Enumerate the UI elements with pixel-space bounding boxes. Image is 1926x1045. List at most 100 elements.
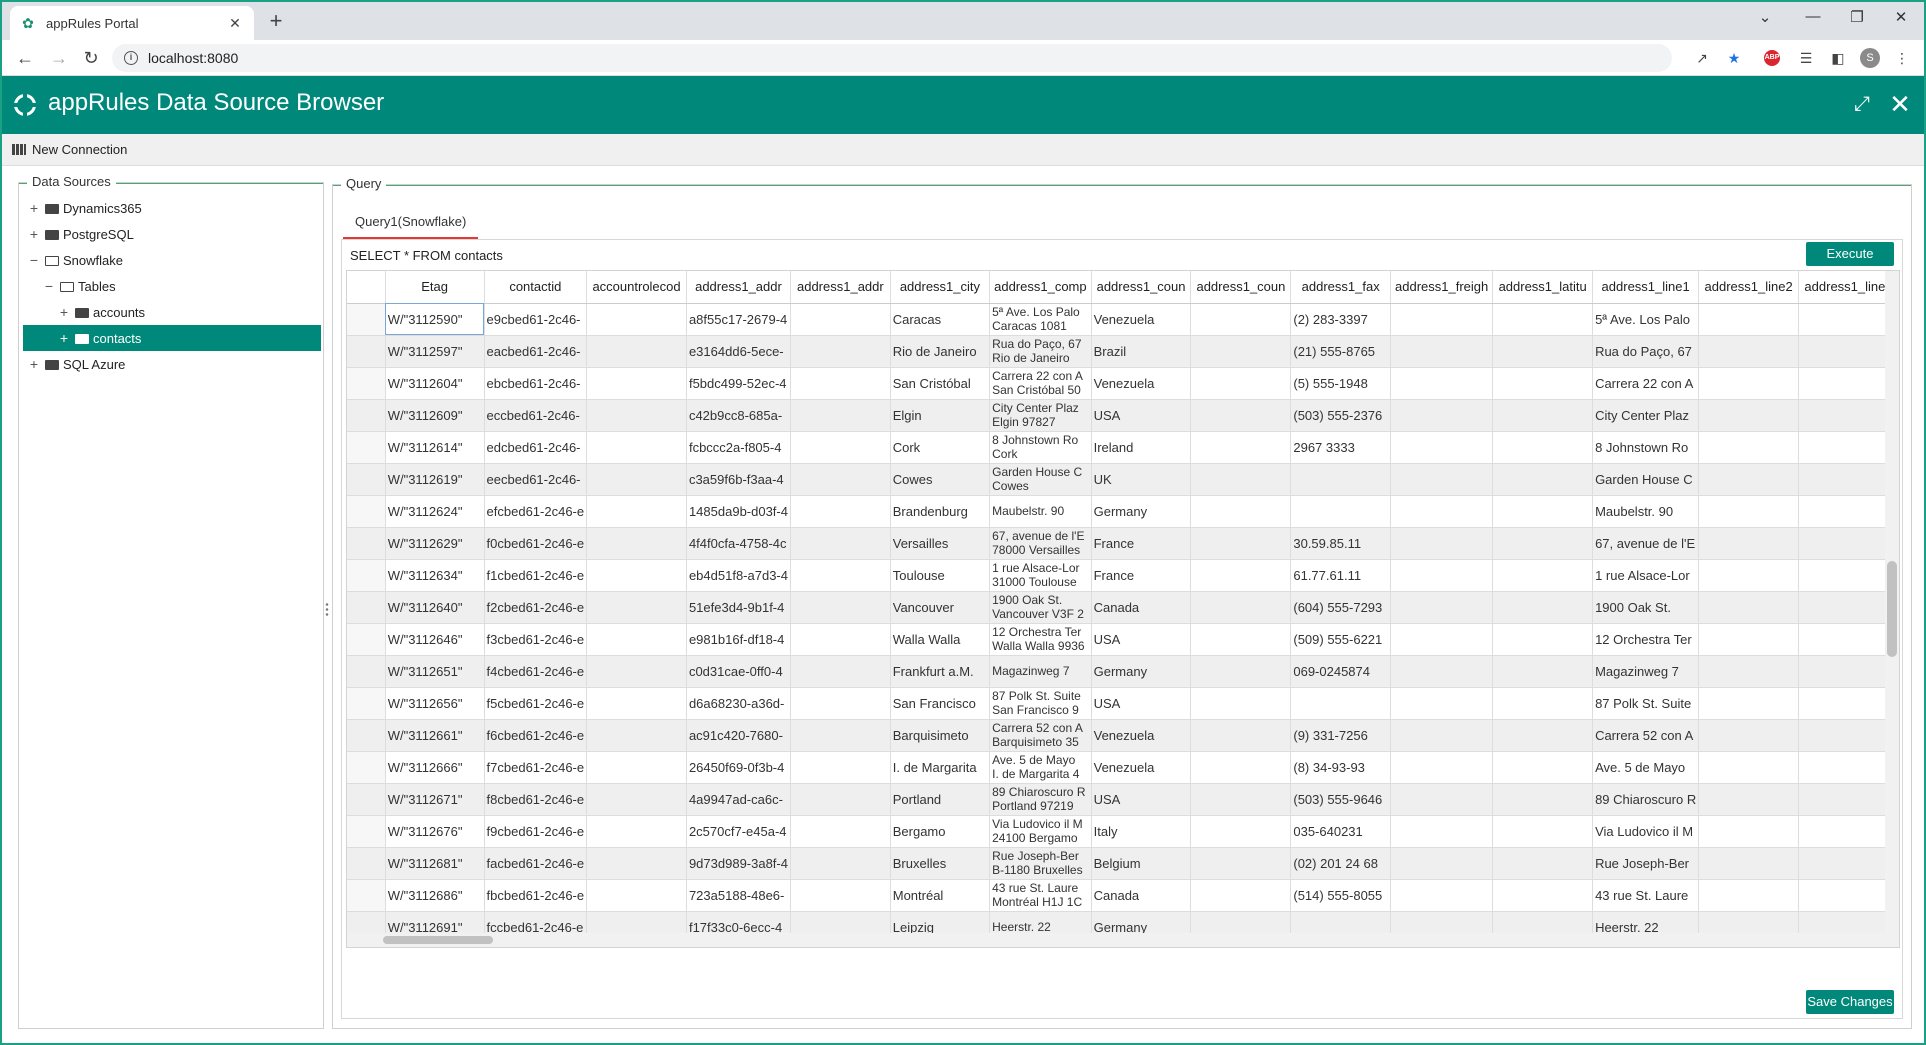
cell-empty[interactable] (586, 847, 687, 880)
cell-empty[interactable] (586, 335, 687, 368)
cell-line1[interactable]: Ave. 5 de Mayo (1592, 751, 1700, 784)
bookmark-star-icon[interactable]: ★ (1724, 48, 1744, 68)
cell-empty[interactable] (1798, 815, 1899, 848)
column-header[interactable]: address1_addr (686, 271, 791, 304)
tree-item-sql-azure[interactable]: + SQL Azure (23, 351, 321, 377)
cell-empty[interactable] (1798, 495, 1899, 528)
cell-addr[interactable]: d6a68230-a36d- (686, 687, 791, 720)
cell-city[interactable]: Elgin (890, 399, 991, 432)
column-header[interactable]: address1_addr (790, 271, 891, 304)
tab-query1[interactable]: Query1(Snowflake) (343, 205, 479, 239)
cell-composite[interactable]: 5ª Ave. Los Palo Caracas 1081 (989, 303, 1092, 336)
close-tab-icon[interactable]: ✕ (226, 15, 244, 32)
column-header[interactable]: address1_coun (1190, 271, 1292, 304)
cell-etag[interactable]: W/"3112629" (385, 527, 485, 560)
cell-empty[interactable] (1492, 719, 1594, 752)
cell-addr[interactable]: c42b9cc8-685a- (686, 399, 791, 432)
cell-empty[interactable] (1698, 399, 1800, 432)
table-row[interactable]: W/"3112634" f1cbed61-2c46-e eb4d51f8-a7d3-… (347, 559, 1899, 592)
expand-toggle-icon[interactable]: + (57, 325, 71, 351)
cell-empty[interactable] (1190, 815, 1292, 848)
cell-country[interactable]: UK (1091, 463, 1192, 496)
new-tab-button[interactable]: + (264, 10, 288, 34)
cell-etag[interactable]: W/"3112686" (385, 879, 485, 912)
cell-empty[interactable] (790, 335, 891, 368)
browser-tab[interactable]: ✿ appRules Portal ✕ (10, 6, 254, 40)
cell-city[interactable]: Bergamo (890, 815, 991, 848)
cell-contactid[interactable]: edcbed61-2c46- (484, 431, 588, 464)
cell-fax[interactable]: (2) 283-3397 (1290, 303, 1391, 336)
cell-empty[interactable] (1492, 303, 1594, 336)
expand-toggle-icon[interactable]: + (27, 221, 41, 247)
column-header[interactable]: accountrolecod (586, 271, 687, 304)
cell-city[interactable]: Cork (890, 431, 991, 464)
cell-empty[interactable] (586, 623, 687, 656)
cell-empty[interactable] (1698, 751, 1800, 784)
cell-etag[interactable]: W/"3112604" (385, 367, 485, 400)
column-header[interactable]: Etag (385, 271, 485, 304)
cell-empty[interactable] (790, 303, 891, 336)
row-header[interactable] (347, 719, 386, 752)
cell-fax[interactable]: (509) 555-6221 (1290, 623, 1391, 656)
cell-composite[interactable]: 67, avenue de l'E 78000 Versailles (989, 527, 1092, 560)
cell-empty[interactable] (1798, 783, 1899, 816)
cell-empty[interactable] (1492, 495, 1594, 528)
cell-country[interactable]: Brazil (1091, 335, 1192, 368)
cell-empty[interactable] (586, 783, 687, 816)
cell-empty[interactable] (1698, 847, 1800, 880)
cell-etag[interactable]: W/"3112634" (385, 559, 485, 592)
forward-arrow-icon[interactable]: → (48, 47, 70, 69)
cell-empty[interactable] (1190, 623, 1292, 656)
cell-contactid[interactable]: efcbed61-2c46-e (484, 495, 588, 528)
table-row[interactable]: W/"3112651" f4cbed61-2c46-e c0d31cae-0ff0-… (347, 655, 1899, 688)
cell-empty[interactable] (1390, 431, 1494, 464)
cell-contactid[interactable]: f6cbed61-2c46-e (484, 719, 588, 752)
cell-empty[interactable] (790, 527, 891, 560)
cell-line1[interactable]: 87 Polk St. Suite (1592, 687, 1700, 720)
cell-line1[interactable]: City Center Plaz (1592, 399, 1700, 432)
cell-composite[interactable]: Rue Joseph-Ber B-1180 Bruxelles (989, 847, 1092, 880)
cell-contactid[interactable]: fbcbed61-2c46-e (484, 879, 588, 912)
cell-country[interactable]: Belgium (1091, 847, 1192, 880)
cell-contactid[interactable]: f9cbed61-2c46-e (484, 815, 588, 848)
adblock-icon[interactable]: ABP (1764, 50, 1780, 66)
cell-empty[interactable] (1698, 591, 1800, 624)
cell-addr[interactable]: ac91c420-7680- (686, 719, 791, 752)
cell-addr[interactable]: 51efe3d4-9b1f-4 (686, 591, 791, 624)
profile-avatar[interactable]: S (1860, 48, 1880, 68)
expand-toggle-icon[interactable]: + (27, 351, 41, 377)
column-header[interactable]: address1_comp (989, 271, 1092, 304)
table-row[interactable]: W/"3112597" eacbed61-2c46- e3164dd6-5ece- R… (347, 335, 1899, 368)
cell-empty[interactable] (1798, 623, 1899, 656)
table-row[interactable]: W/"3112604" ebcbed61-2c46- f5bdc499-52ec-4… (347, 367, 1899, 400)
cell-country[interactable]: Venezuela (1091, 303, 1192, 336)
cell-addr[interactable]: e981b16f-df18-4 (686, 623, 791, 656)
cell-line1[interactable]: 12 Orchestra Ter (1592, 623, 1700, 656)
cell-empty[interactable] (586, 399, 687, 432)
cell-empty[interactable] (1190, 847, 1292, 880)
cell-empty[interactable] (1390, 367, 1494, 400)
cell-empty[interactable] (1798, 655, 1899, 688)
cell-addr[interactable]: 4f4f0cfa-4758-4c (686, 527, 791, 560)
cell-line1[interactable]: Rua do Paço, 67 (1592, 335, 1700, 368)
row-header[interactable] (347, 591, 386, 624)
cell-line1[interactable]: 1 rue Alsace-Lor (1592, 559, 1700, 592)
cell-empty[interactable] (790, 463, 891, 496)
cell-empty[interactable] (790, 431, 891, 464)
cell-empty[interactable] (1492, 751, 1594, 784)
table-row[interactable]: W/"3112656" f5cbed61-2c46-e d6a68230-a36d-… (347, 687, 1899, 720)
table-row[interactable]: W/"3112681" facbed61-2c46-e 9d73d989-3a8f-… (347, 847, 1899, 880)
cell-addr[interactable]: 4a9947ad-ca6c- (686, 783, 791, 816)
cell-line1[interactable]: Rue Joseph-Ber (1592, 847, 1700, 880)
cell-empty[interactable] (586, 303, 687, 336)
browser-menu-icon[interactable]: ⋮ (1892, 48, 1912, 68)
cell-country[interactable]: USA (1091, 687, 1192, 720)
cell-fax[interactable]: (503) 555-2376 (1290, 399, 1391, 432)
cell-empty[interactable] (1492, 559, 1594, 592)
cell-empty[interactable] (1390, 527, 1494, 560)
cell-addr[interactable]: c0d31cae-0ff0-4 (686, 655, 791, 688)
cell-city[interactable]: San Cristóbal (890, 367, 991, 400)
cell-empty[interactable] (790, 847, 891, 880)
cell-fax[interactable]: (9) 331-7256 (1290, 719, 1391, 752)
table-row[interactable]: W/"3112646" f3cbed61-2c46-e e981b16f-df18-… (347, 623, 1899, 656)
